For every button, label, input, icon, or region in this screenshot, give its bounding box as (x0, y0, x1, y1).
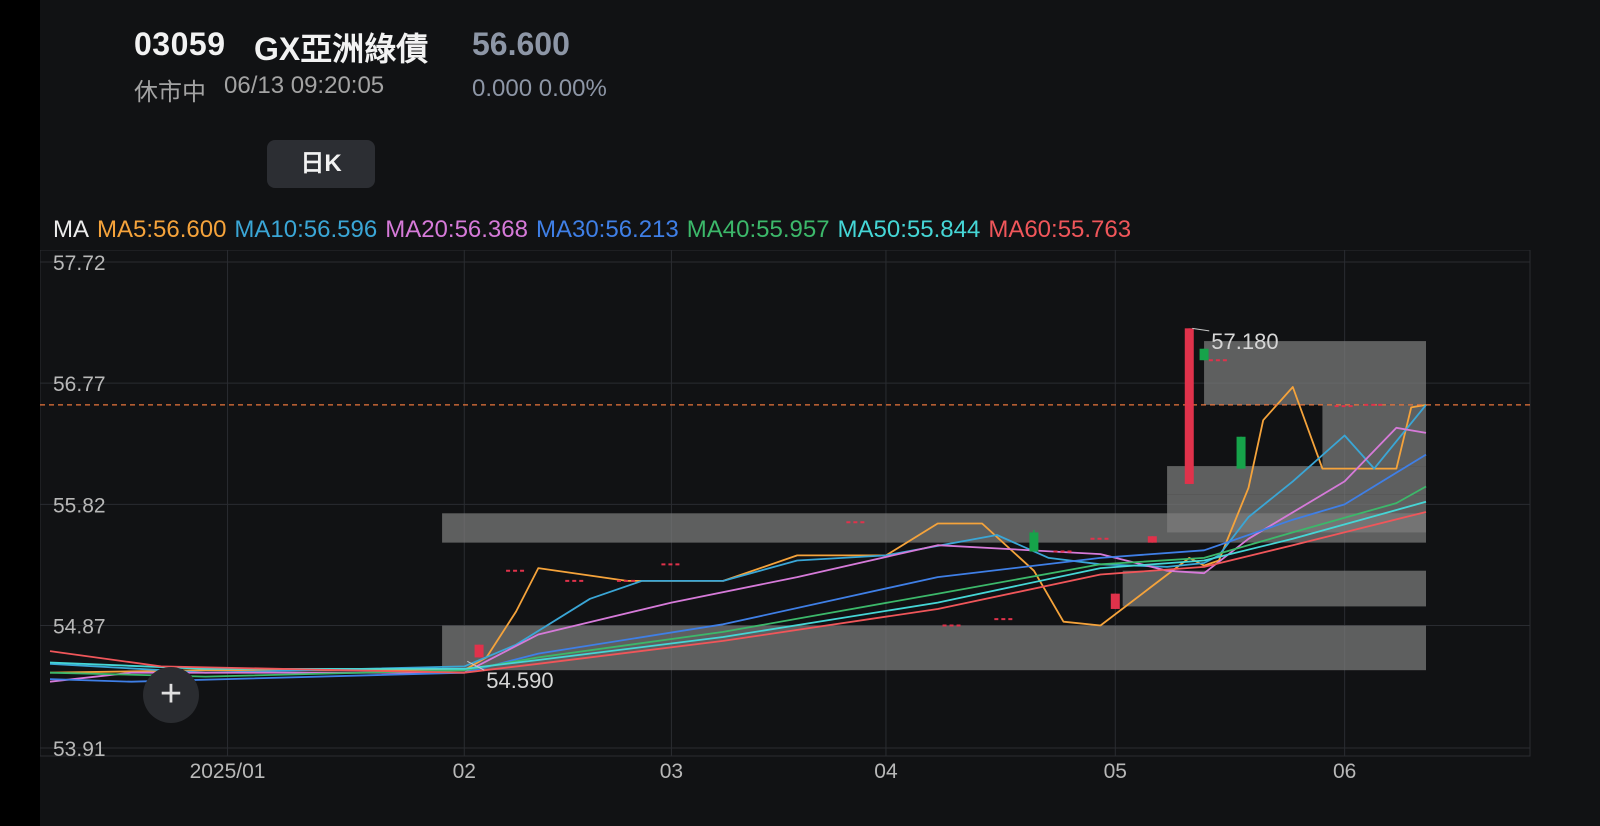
quote-header: 03059 GX亞洲綠債 56.600 休市中 06/13 09:20:05 0… (40, 0, 1600, 120)
candle-body (1110, 593, 1120, 609)
y-tick-label: 53.91 (53, 738, 106, 761)
annotation-leader (1192, 327, 1210, 332)
ma-legend-item: MA5:56.600 (97, 216, 227, 243)
ma-legend-item: MA30:56.213 (535, 216, 679, 243)
x-tick-label: 05 (1104, 760, 1127, 783)
x-tick-label: 02 (453, 760, 476, 783)
quote-timestamp: 06/13 09:20:05 (224, 72, 385, 99)
ma-legend-item: MA50:55.844 (837, 216, 981, 243)
ticker-name: GX亞洲綠債 (254, 31, 429, 67)
candle-body (1236, 436, 1246, 469)
market-status: 休市中 (134, 79, 206, 106)
candle-body (1147, 536, 1157, 543)
annotation-label: 54.590 (486, 668, 553, 693)
last-price: 56.600 (472, 26, 570, 62)
ma-legend-item: MA40:55.957 (686, 216, 830, 243)
candle-body (1199, 348, 1209, 361)
x-tick-label: 06 (1333, 760, 1356, 783)
candle-body (474, 644, 484, 658)
price-change: 0.000 0.00% (472, 75, 607, 102)
annotation-label: 57.180 (1211, 329, 1278, 354)
ma-legend[interactable]: MA MA5:56.600 MA10:56.596 MA20:56.368 MA30:5… (53, 216, 1139, 244)
ma-legend-item: MA60:55.763 (988, 216, 1132, 243)
ticker-code: 03059 (134, 26, 226, 62)
ma-legend-prefix: MA (53, 216, 89, 243)
y-tick-label: 56.77 (53, 373, 106, 396)
y-tick-label: 55.82 (53, 494, 106, 517)
period-daily-button[interactable]: 日K (267, 140, 375, 188)
plus-icon: + (159, 673, 183, 715)
volume-profile-bar (1122, 570, 1426, 607)
y-tick-label: 57.72 (53, 252, 106, 275)
volume-profile-bar (442, 625, 1426, 671)
ma-legend-item: MA10:56.596 (234, 216, 378, 243)
candlestick-chart[interactable]: 57.72 56.77 55.82 54.87 53.91 2025/01 02 03 04 05… (40, 250, 1600, 826)
y-tick-label: 54.87 (53, 616, 106, 639)
x-tick-label: 03 (660, 760, 683, 783)
add-indicator-button[interactable]: + (143, 667, 199, 723)
screen: 03059 GX亞洲綠債 56.600 休市中 06/13 09:20:05 0… (40, 0, 1600, 826)
candle-body (1184, 328, 1194, 484)
ma-legend-item: MA20:56.368 (385, 216, 528, 243)
x-tick-label: 2025/01 (190, 760, 266, 783)
candle-body (1029, 532, 1039, 552)
volume-profile-bar (1167, 466, 1426, 495)
x-tick-label: 04 (874, 760, 898, 783)
